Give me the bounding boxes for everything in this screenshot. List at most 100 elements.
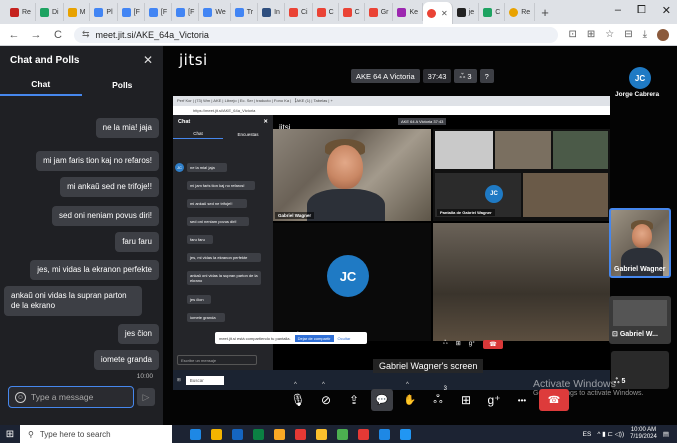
- share-screen-button[interactable]: ⇪: [343, 389, 365, 411]
- taskbar-app-icon[interactable]: [379, 428, 390, 440]
- shared-chat-message: iomete granda: [187, 313, 225, 322]
- tab-favicon-icon: [397, 7, 407, 17]
- browser-tab[interactable]: Ci: [285, 3, 313, 21]
- tile-view-button[interactable]: ⊞: [455, 389, 477, 411]
- browser-tab[interactable]: C: [479, 3, 506, 21]
- chat-button[interactable]: 💬: [371, 389, 393, 411]
- browser-tab[interactable]: C: [313, 3, 339, 21]
- minimize-button[interactable]: –: [615, 4, 621, 17]
- tab-chat[interactable]: Chat: [0, 74, 82, 96]
- tab-label: Ke: [409, 8, 419, 16]
- taskbar-app-icon[interactable]: [295, 428, 306, 440]
- taskbar-app-icon[interactable]: [337, 428, 348, 440]
- browser-tab[interactable]: [F: [172, 3, 200, 21]
- window-controls: – ⧠ ✕: [615, 4, 671, 17]
- notifications-icon[interactable]: ▤: [663, 430, 669, 438]
- screen-share-icon[interactable]: ⊞: [587, 29, 595, 40]
- shared-tab-chat: Chat: [173, 129, 223, 139]
- hangup-button[interactable]: ☎: [539, 389, 569, 411]
- participant-name: ⊡ Gabriel W...: [612, 331, 658, 338]
- maximize-button[interactable]: ⧠: [637, 4, 646, 17]
- taskbar-app-icon[interactable]: [358, 428, 369, 440]
- browser-tab[interactable]: Re: [6, 3, 36, 21]
- taskbar-app-icon[interactable]: [190, 428, 201, 440]
- browser-tab[interactable]: We: [199, 3, 231, 21]
- chat-input-placeholder: Type a message: [31, 392, 94, 402]
- browser-tab[interactable]: [F: [118, 3, 145, 21]
- shared-video-gabriel: Gabriel Wagner: [273, 129, 431, 221]
- avatar: JC: [175, 163, 184, 172]
- clock[interactable]: 10:00 AM 7/19/2024: [630, 427, 657, 441]
- camera-button[interactable]: ^ ⊘: [315, 382, 337, 411]
- browser-tab[interactable]: [F: [145, 3, 173, 21]
- back-icon[interactable]: ←: [8, 29, 20, 41]
- jitsi-logo: jitsi: [179, 51, 208, 69]
- tile-view-icon: ⊞: [455, 341, 461, 347]
- browser-tab[interactable]: M: [64, 3, 91, 21]
- chat-message: iomete granda: [93, 350, 159, 370]
- taskbar-app-icon[interactable]: [316, 428, 327, 440]
- tab-label: [F: [160, 8, 168, 16]
- invite-icon: g⁺: [468, 341, 476, 347]
- browser-tab[interactable]: Tr: [231, 3, 259, 21]
- forward-icon[interactable]: →: [30, 29, 42, 41]
- taskbar-app-icon[interactable]: [253, 428, 264, 440]
- chat-input[interactable]: ☺ Type a message: [8, 386, 134, 408]
- site-info-icon[interactable]: ⇆: [82, 29, 90, 40]
- filmstrip-tile-screen[interactable]: ⊡ Gabriel W...: [609, 296, 671, 344]
- filmstrip-tile-gabriel[interactable]: Gabriel Wagner: [609, 208, 671, 278]
- taskbar-search[interactable]: ⚲ Type here to search: [20, 425, 172, 443]
- browser-tab[interactable]: je: [453, 3, 480, 21]
- screen-share-notification: meet.jit.si está compartiendo tu pantall…: [215, 332, 367, 344]
- video-tile: [523, 173, 608, 217]
- participants-button[interactable]: 3 ஃ: [427, 386, 449, 411]
- shared-chat-message: sed oni neniam povus diri!: [187, 217, 249, 226]
- microphone-button[interactable]: ^ 🎙: [287, 382, 309, 411]
- browser-tab[interactable]: Ke: [393, 3, 424, 21]
- address-bar[interactable]: ⇆ meet.jit.si/AKE_64a_Victoria: [74, 26, 559, 43]
- chat-panel: Chat and Polls ✕ Chat Polls ne la mia! j…: [0, 46, 163, 425]
- windows-start-icon[interactable]: ⊞: [0, 429, 20, 440]
- raise-hand-button[interactable]: ^ ✋: [399, 382, 421, 411]
- help-icon[interactable]: ?: [479, 69, 494, 83]
- shared-chat-message: mi ankaŭ sed ne trifoje!!: [187, 199, 247, 208]
- extensions-icon[interactable]: ⊟: [624, 29, 632, 40]
- chevron-up-icon[interactable]: ^: [294, 382, 297, 388]
- download-icon[interactable]: ⤓: [643, 29, 647, 40]
- filmstrip-tile-jorge[interactable]: JC Jorge Cabrera: [615, 67, 665, 101]
- more-actions-button[interactable]: •••: [511, 389, 533, 411]
- close-icon[interactable]: ✕: [143, 53, 153, 67]
- close-icon[interactable]: ✕: [441, 9, 448, 18]
- browser-tab[interactable]: C: [339, 3, 365, 21]
- send-button[interactable]: ▷: [137, 388, 155, 406]
- video-tile: [495, 131, 551, 169]
- chat-message: faru faru: [115, 232, 159, 252]
- taskbar-app-icon[interactable]: [274, 428, 285, 440]
- browser-tab[interactable]: In: [258, 3, 285, 21]
- emoji-icon[interactable]: ☺: [15, 391, 26, 403]
- browser-tab[interactable]: Re: [505, 3, 536, 21]
- browser-tab[interactable]: Di: [36, 3, 64, 21]
- tab-polls[interactable]: Polls: [82, 74, 164, 96]
- browser-tab[interactable]: Gr: [365, 3, 394, 21]
- browser-tab[interactable]: Pl: [90, 3, 118, 21]
- chevron-up-icon[interactable]: ^: [322, 382, 325, 388]
- room-name: AKE 64 A Victoria: [351, 69, 420, 83]
- cast-icon[interactable]: ⊡: [568, 29, 576, 40]
- close-window-button[interactable]: ✕: [662, 4, 671, 17]
- taskbar-app-icon[interactable]: [400, 428, 411, 440]
- chevron-up-icon[interactable]: ^: [406, 382, 409, 388]
- invite-button[interactable]: g⁺: [483, 389, 505, 411]
- reload-icon[interactable]: C: [52, 29, 64, 41]
- taskbar-app-icon[interactable]: [211, 428, 222, 440]
- system-tray: ES ^ ▮ ⊏ ◁)) 10:00 AM 7/19/2024 ▤: [583, 425, 669, 443]
- bookmark-star-icon[interactable]: ☆: [605, 29, 614, 40]
- profile-avatar[interactable]: [657, 28, 669, 41]
- language-indicator[interactable]: ES: [583, 431, 592, 438]
- browser-tab-active[interactable]: ✕: [423, 2, 453, 24]
- new-tab-button[interactable]: +: [535, 5, 555, 20]
- tray-icons[interactable]: ^ ▮ ⊏ ◁)): [597, 430, 624, 438]
- taskbar-app-icon[interactable]: [232, 428, 243, 440]
- participant-count-badge[interactable]: ஃ 3: [454, 69, 477, 83]
- avatar: JC: [629, 67, 651, 89]
